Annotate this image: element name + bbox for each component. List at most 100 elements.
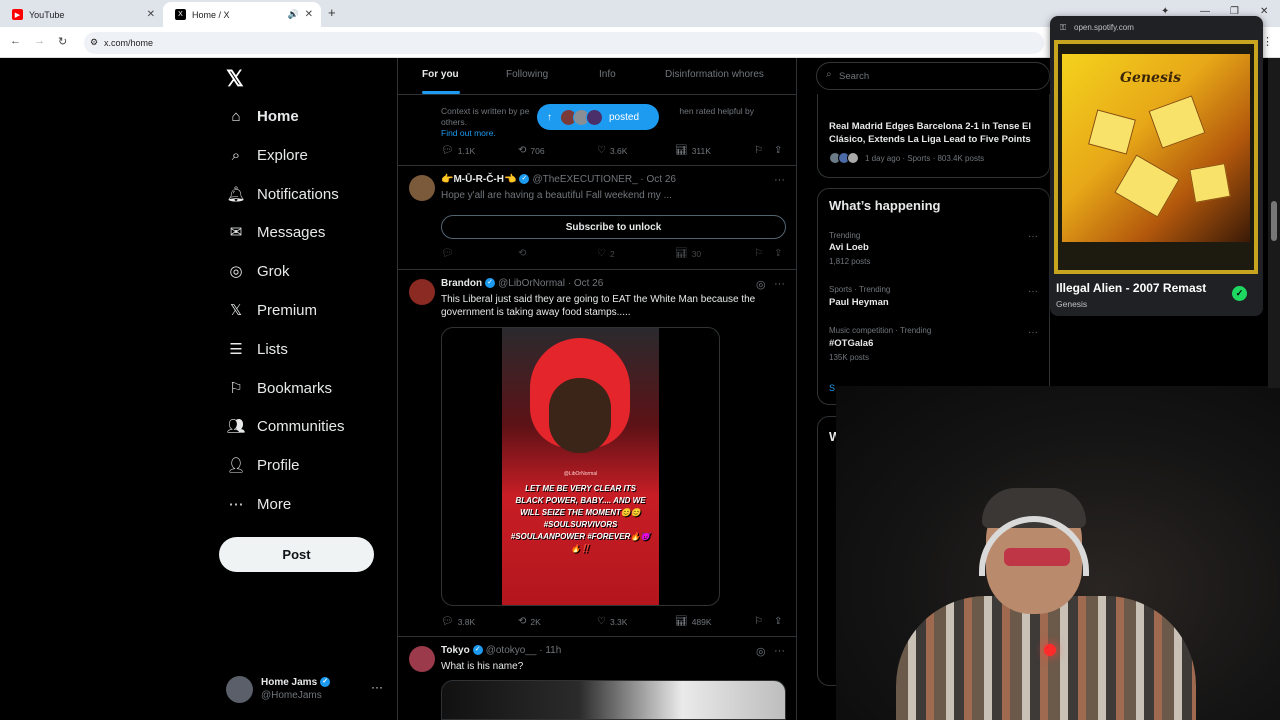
sidebar-item-profile[interactable]: 👤︎ Profile	[226, 450, 299, 480]
grok-icon[interactable]: ◎	[756, 645, 766, 658]
search-input[interactable]: ⌕ Search	[816, 62, 1050, 90]
share-button[interactable]: ⇪	[774, 248, 786, 259]
page-scrollbar[interactable]	[1268, 58, 1280, 388]
reload-icon[interactable]: ↻	[58, 35, 67, 48]
bookmark-button[interactable]: ⚐	[754, 616, 767, 627]
trend-name[interactable]: Paul Heyman	[829, 297, 889, 308]
check-icon[interactable]: ✓	[1232, 286, 1247, 301]
tweet-actions: 💬︎ 3.8K ⟲ 2K ♡ 3.3K 📊︎ 489K ⚐ ⇪	[441, 616, 786, 630]
news-headline[interactable]: Real Madrid Edges Barcelona 2-1 in Tense…	[829, 120, 1044, 146]
subscribe-to-unlock-button[interactable]: Subscribe to unlock	[441, 215, 786, 239]
sidebar-item-label: Grok	[257, 262, 290, 280]
trend-name[interactable]: Avi Loeb	[829, 242, 869, 253]
close-icon[interactable]: ✕	[305, 9, 313, 20]
people-icon: 👥︎	[226, 418, 246, 435]
account-switcher[interactable]: Home Jams ✓ @HomeJams ···	[226, 674, 386, 706]
like-button[interactable]: ♡ 3.3K	[597, 616, 627, 627]
sidebar-item-grok[interactable]: ◎ Grok	[226, 256, 290, 286]
find-out-more-link[interactable]: Find out more.	[441, 128, 496, 138]
tab-for-you[interactable]: For you	[422, 69, 459, 80]
verified-icon: ✓	[519, 174, 530, 185]
repost-button[interactable]: ⟲ 706	[518, 145, 545, 156]
avatar[interactable]	[409, 279, 435, 305]
more-icon[interactable]: ···	[774, 174, 785, 186]
sidebar-item-premium[interactable]: 𝕏 Premium	[226, 295, 317, 325]
show-more-link[interactable]: S	[829, 383, 835, 393]
new-tab-button[interactable]: +	[328, 5, 336, 20]
browser-menu-icon[interactable]: ⋮	[1262, 35, 1273, 48]
like-button[interactable]: ♡ 3.6K	[597, 145, 627, 156]
list-icon: ☰	[229, 341, 243, 358]
views-button[interactable]: 📊︎ 311K	[675, 145, 711, 156]
share-button[interactable]: ⇪	[774, 616, 786, 627]
tweet-author-name[interactable]: 👉M-Ū-R-Č-H👈	[441, 174, 516, 185]
sidebar-item-home[interactable]: ⌂ Home	[226, 101, 298, 131]
tweet-time[interactable]: Oct 26	[647, 174, 676, 185]
avatar[interactable]	[409, 175, 435, 201]
sidebar-item-messages[interactable]: ✉ Messages	[226, 217, 326, 247]
avatar[interactable]	[409, 646, 435, 672]
post-button[interactable]: Post	[219, 537, 374, 572]
video-frame[interactable]: @LibOrNormal LET ME BE VERY CLEAR ITS BL…	[502, 328, 659, 605]
more-icon[interactable]: ···	[371, 680, 383, 694]
tab-youtube[interactable]: ▶ YouTube ✕	[0, 2, 163, 27]
more-icon[interactable]: ···	[1028, 327, 1038, 338]
repost-button[interactable]: ⟲	[518, 248, 530, 259]
album-art[interactable]: Genesis	[1054, 40, 1258, 274]
youtube-icon: ▶	[12, 9, 23, 20]
forward-icon[interactable]: →	[34, 35, 45, 47]
trend-name[interactable]: #OTGala6	[829, 338, 873, 349]
sidebar-item-more[interactable]: ⋯ More	[226, 489, 292, 519]
sidebar-item-notifications[interactable]: 🔔︎ Notifications	[226, 179, 338, 209]
song-title: Illegal Alien - 2007 Remast	[1056, 281, 1207, 295]
more-icon[interactable]: ···	[774, 278, 785, 290]
news-card[interactable]: Real Madrid Edges Barcelona 2-1 in Tense…	[817, 94, 1050, 178]
share-button[interactable]: ⇪	[774, 145, 786, 156]
x-logo-icon: 𝕏	[229, 302, 243, 319]
scrollbar-thumb[interactable]	[1271, 201, 1277, 241]
tweet-author-handle[interactable]: @otokyo__	[486, 645, 537, 656]
tab-home-x[interactable]: X Home / X 🔊 ✕	[163, 2, 321, 27]
tab-following[interactable]: Following	[506, 69, 548, 80]
tweet-image[interactable]	[441, 680, 786, 720]
url-field[interactable]: ⚙ x.com/home	[84, 32, 1044, 54]
tweet-author-name[interactable]: Tokyo	[441, 645, 470, 656]
more-icon[interactable]: ···	[1028, 286, 1038, 297]
repost-button[interactable]: ⟲ 2K	[518, 616, 541, 627]
bookmark-button[interactable]: ⚐	[754, 145, 767, 156]
window-close-icon[interactable]: ✕	[1260, 6, 1268, 17]
grok-icon[interactable]: ◎	[756, 278, 766, 291]
tweet-time[interactable]: Oct 26	[574, 278, 603, 289]
sidebar-item-explore[interactable]: ⌕ Explore	[226, 140, 308, 170]
sidebar-item-communities[interactable]: 👥︎ Communities	[226, 411, 344, 441]
views-button[interactable]: 📊︎ 489K	[675, 616, 712, 627]
sidebar-item-bookmarks[interactable]: ⚐ Bookmarks	[226, 373, 332, 403]
tweet-author-handle[interactable]: @TheEXECUTIONER_	[532, 174, 637, 185]
like-button[interactable]: ♡ 2	[597, 248, 615, 259]
close-icon[interactable]: ✕	[147, 9, 155, 20]
tweet-author-handle[interactable]: @LibOrNormal	[498, 278, 565, 289]
repost-icon: ⟲	[518, 616, 527, 627]
tweet-author-name[interactable]: Brandon	[441, 278, 482, 289]
reply-button[interactable]: 💬︎ 1.1K	[441, 145, 475, 156]
webcam-overlay	[836, 386, 1280, 720]
speaker-icon[interactable]: 🔊	[288, 9, 299, 20]
new-posts-pill[interactable]: ↑ posted	[537, 104, 659, 130]
back-icon[interactable]: ←	[10, 35, 21, 47]
sidebar-item-lists[interactable]: ☰ Lists	[226, 334, 288, 364]
more-icon[interactable]: ···	[1028, 231, 1038, 242]
site-info-icon[interactable]: ⚙	[90, 37, 98, 48]
reply-button[interactable]: 💬︎ 3.8K	[441, 616, 475, 627]
x-logo-icon[interactable]: 𝕏	[226, 66, 244, 92]
tab-disinformation-whores[interactable]: Disinformation whores	[665, 69, 764, 80]
repost-icon: ⟲	[518, 145, 527, 156]
tab-info[interactable]: Info	[599, 69, 616, 80]
divider	[398, 165, 796, 166]
reply-button[interactable]: 💬︎	[441, 248, 458, 259]
more-icon[interactable]: ···	[774, 645, 785, 657]
views-button[interactable]: 📊︎ 30	[675, 248, 701, 259]
tweet-video[interactable]: @LibOrNormal LET ME BE VERY CLEAR ITS BL…	[441, 327, 720, 606]
tweet-time[interactable]: 11h	[545, 645, 561, 656]
bookmark-button[interactable]: ⚐	[754, 248, 767, 259]
mail-icon: ✉	[229, 224, 243, 241]
